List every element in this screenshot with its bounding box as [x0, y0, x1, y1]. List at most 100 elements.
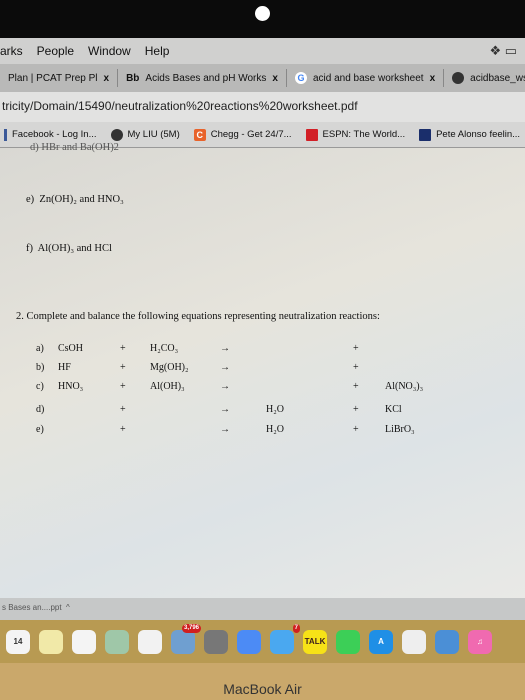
notification-badge: 3,796: [181, 623, 201, 633]
bookmark-label: Chegg - Get 24/7...: [210, 129, 292, 140]
menu-bookmarks[interactable]: arks: [0, 44, 23, 58]
equation-r2: Al(OH)₃: [150, 381, 185, 392]
bookmark-label: Pete Alonso feelin...: [436, 129, 521, 140]
equation-arrow: →: [220, 343, 230, 354]
dock-maps-icon[interactable]: [105, 629, 129, 654]
chevron-up-icon[interactable]: ^: [66, 603, 70, 612]
equation-p1: H₂O: [266, 424, 284, 435]
equation-arrow: →: [220, 404, 230, 415]
dock-notes-icon[interactable]: [39, 629, 63, 654]
equation-plus2: +: [353, 343, 359, 354]
dock-messages-icon[interactable]: 7: [270, 623, 300, 654]
tab-label: acidbase_ws.pdf: [470, 72, 525, 84]
dock-preview-icon[interactable]: 3,796: [171, 623, 201, 654]
equation-plus1: +: [120, 362, 126, 373]
equation-plus1: +: [120, 424, 126, 435]
dock-icon-text: A: [378, 636, 384, 646]
blackboard-icon: Bb: [126, 72, 140, 84]
close-icon[interactable]: x: [104, 73, 110, 84]
camera: [255, 6, 270, 21]
equation-arrow: →: [220, 381, 230, 392]
download-bar: s Bases an....ppt ^: [0, 598, 525, 620]
equation-arrow: →: [220, 424, 230, 435]
equation-label: a): [36, 343, 44, 354]
bookmark-my-liu[interactable]: My LIU (5M): [110, 128, 180, 141]
equation-plus1: +: [120, 343, 126, 354]
bookmark-facebook[interactable]: Facebook - Log In...: [4, 128, 97, 141]
dock-icon-text: ♫: [477, 636, 483, 646]
menu-help[interactable]: Help: [145, 44, 170, 58]
dock-itunes-icon[interactable]: ♫: [468, 629, 492, 654]
notification-badge: 7: [292, 623, 300, 633]
equation-r2: H₂CO₃: [150, 343, 179, 354]
dock-system-preferences-icon[interactable]: [204, 629, 228, 654]
dock-icon-text: 14: [13, 636, 23, 646]
tab-label: Plan | PCAT Prep Pl: [8, 72, 98, 84]
facebook-icon: [4, 128, 7, 141]
equation-label: b): [36, 362, 45, 373]
equation-plus1: +: [120, 381, 126, 392]
dock-photos-icon[interactable]: [138, 629, 162, 654]
google-icon: G: [294, 72, 307, 84]
menu-window[interactable]: Window: [88, 44, 131, 58]
tab-acidbase-pdf[interactable]: acidbase_ws.pdf: [444, 69, 525, 87]
question-1e: e) Zn(OH)₂ and HNO₃: [26, 194, 124, 205]
equation-r2: Mg(OH)₂: [150, 362, 189, 373]
globe-icon: [110, 128, 123, 141]
download-item[interactable]: s Bases an....ppt: [2, 603, 62, 612]
equation-plus1: +: [120, 404, 126, 415]
dock-chrome-icon[interactable]: [237, 629, 261, 654]
dock-icon-text: TALK: [304, 636, 326, 646]
dropbox-icon[interactable]: ❖ ▭: [489, 43, 517, 59]
dock-kakaotalk-icon[interactable]: TALK: [303, 629, 327, 654]
dock-app-store-icon[interactable]: A: [369, 629, 393, 654]
espn-icon: [305, 128, 318, 141]
bookmark-label: My LIU (5M): [127, 129, 180, 140]
equation-label: d): [36, 404, 45, 415]
bookmark-chegg[interactable]: C Chegg - Get 24/7...: [193, 128, 292, 141]
cut-off-line: d) HBr and Ba(OH)2: [30, 142, 119, 153]
equation-plus2: +: [353, 381, 359, 392]
equation-p2: Al(NO₃)₃: [385, 381, 424, 392]
dock-keynote-icon[interactable]: [435, 629, 459, 654]
close-icon[interactable]: x: [430, 73, 436, 84]
equation-plus2: +: [353, 404, 359, 415]
globe-icon: [452, 72, 465, 84]
dock-reminders-icon[interactable]: [72, 629, 96, 654]
menu-people[interactable]: People: [37, 44, 74, 58]
equation-arrow: →: [220, 362, 230, 373]
tab-acids-bases[interactable]: Bb Acids Bases and pH Works x: [118, 69, 287, 87]
dock-numbers-icon[interactable]: [402, 629, 426, 654]
question-1f: f) Al(OH)₃ and HCl: [26, 243, 112, 254]
equation-r1: CsOH: [58, 343, 84, 354]
chegg-icon: C: [193, 128, 206, 141]
dock-calendar-icon[interactable]: 14: [6, 629, 30, 654]
item-text: Al(OH)₃ and HCl: [37, 243, 112, 254]
dock: 14 3,796 7 TALK A ♫: [0, 620, 525, 663]
pdf-document: d) HBr and Ba(OH)2 e) Zn(OH)₂ and HNO₃ f…: [0, 142, 525, 598]
dock-facetime-icon[interactable]: [336, 629, 360, 654]
item-label: f): [26, 243, 33, 254]
item-text: Zn(OH)₂ and HNO₃: [39, 194, 124, 205]
tab-google-search[interactable]: Gacid and base worksheet x: [287, 69, 445, 87]
bookmark-label: ESPN: The World...: [322, 129, 406, 140]
equation-r1: HF: [58, 362, 71, 373]
equation-p1: H₂O: [266, 404, 284, 415]
tab-bar: Plan | PCAT Prep Pl x Bb Acids Bases and p…: [0, 64, 525, 92]
tab-pcat[interactable]: Plan | PCAT Prep Pl x: [0, 69, 119, 87]
bookmark-espn[interactable]: ESPN: The World...: [305, 128, 406, 141]
laptop-bezel-label: MacBook Air: [0, 663, 525, 700]
equation-p2: KCl: [385, 404, 402, 415]
tab-label: acid and base worksheet: [312, 72, 424, 84]
equation-r1: HNO₃: [58, 381, 84, 392]
bookmark-label: Facebook - Log In...: [12, 129, 97, 140]
close-icon[interactable]: x: [272, 73, 278, 84]
tab-label: Acids Bases and pH Works: [145, 72, 267, 84]
item-label: e): [26, 194, 35, 205]
equation-plus2: +: [353, 362, 359, 373]
equation-plus2: +: [353, 424, 359, 435]
address-bar[interactable]: tricity/Domain/15490/neutralization%20re…: [0, 92, 525, 122]
equation-p2: LiBrO₃: [385, 424, 415, 435]
equation-label: c): [36, 381, 44, 392]
bookmark-pete-alonso[interactable]: Pete Alonso feelin...: [419, 128, 521, 141]
